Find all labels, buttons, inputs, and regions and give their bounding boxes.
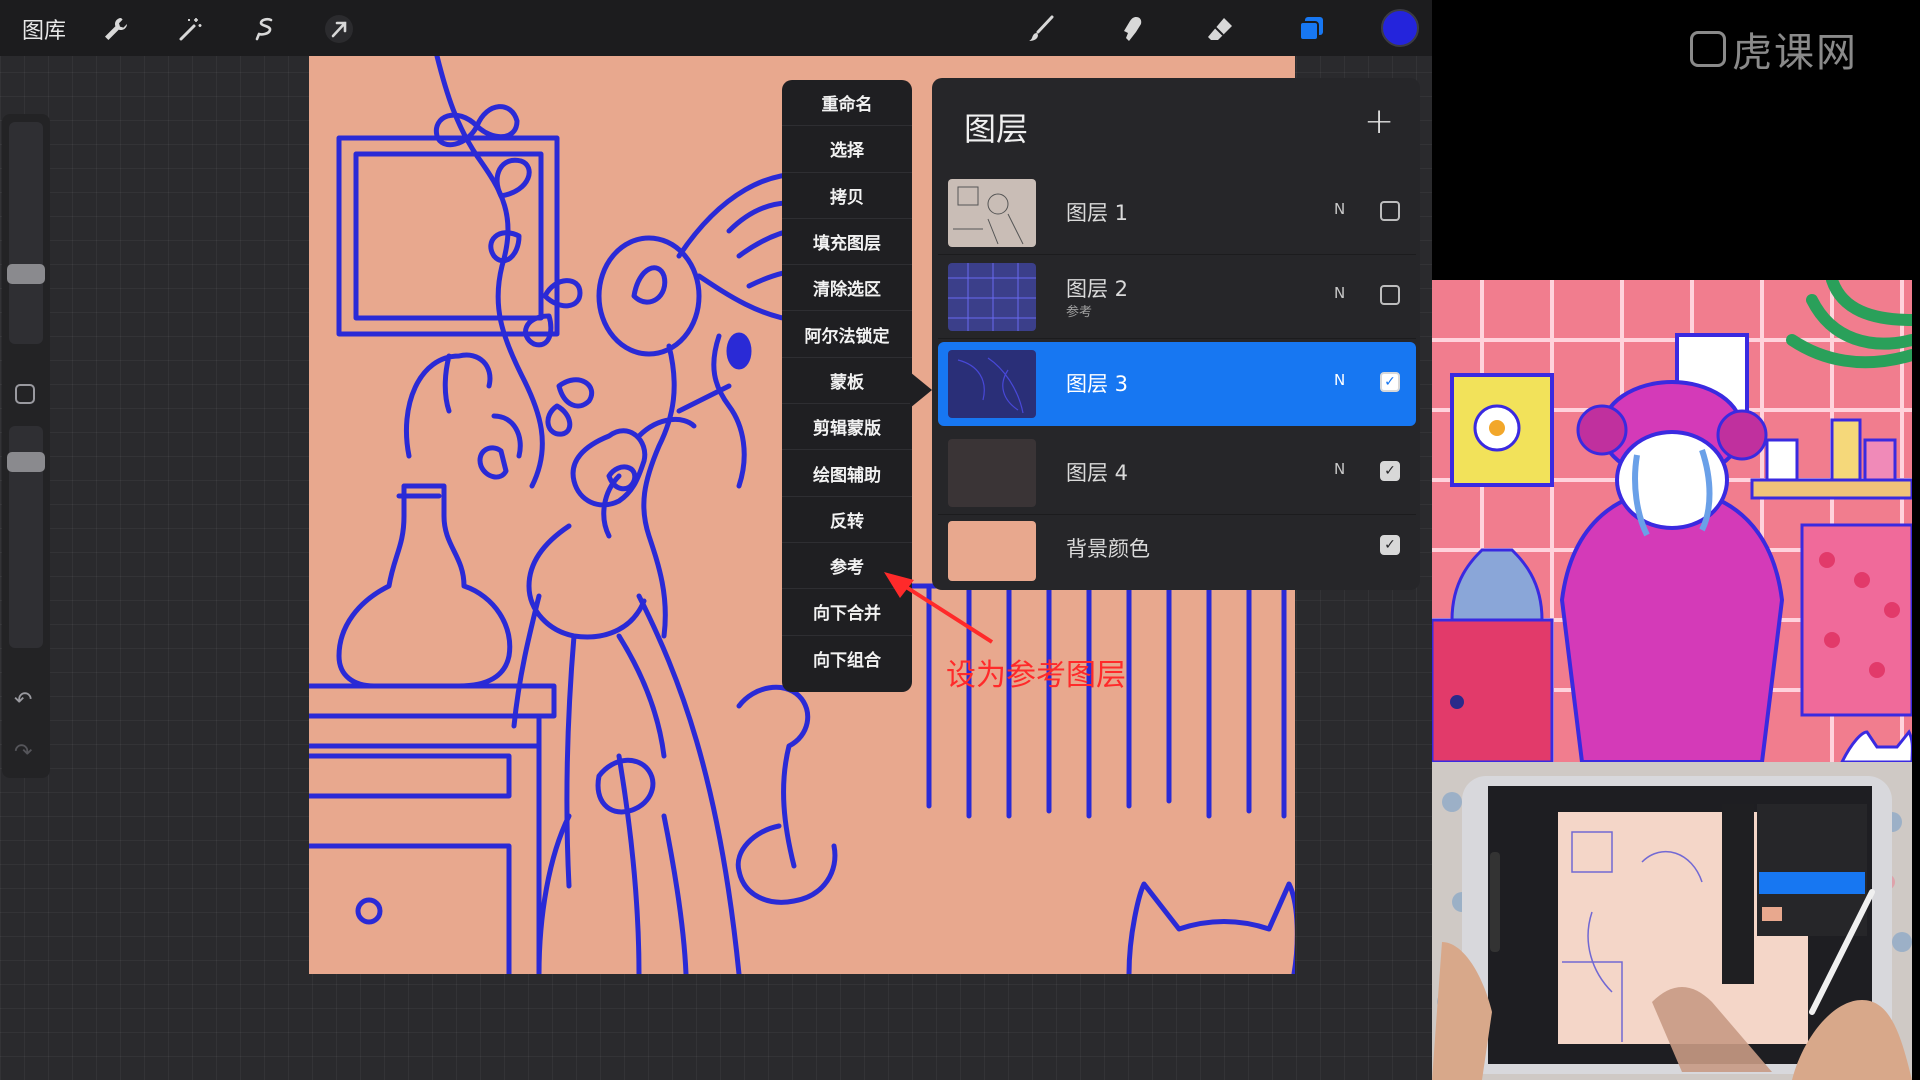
menu-pointer	[910, 372, 932, 408]
menu-fill-layer[interactable]: 填充图层	[782, 219, 912, 266]
menu-alpha-lock[interactable]: 阿尔法锁定	[782, 311, 912, 358]
layer-reference-tag: 参考	[1066, 305, 1093, 320]
layers-panel: 图层 + 图层 1 N 图层 2 参考 N 图层 3 N ✓ 图层 4 N ✓ …	[932, 78, 1420, 590]
finished-artwork-preview	[1432, 280, 1912, 762]
layer-name: 图层 4	[1066, 461, 1129, 485]
blend-mode-button[interactable]: N	[1334, 460, 1345, 478]
blend-mode-button[interactable]: N	[1334, 284, 1345, 302]
watermark: 虎课网	[1690, 20, 1858, 78]
menu-rename[interactable]: 重命名	[782, 80, 912, 127]
layer-row-background[interactable]: 背景颜色 ✓	[938, 515, 1416, 590]
menu-select[interactable]: 选择	[782, 126, 912, 173]
eraser-icon[interactable]	[1199, 8, 1241, 50]
magic-wand-icon[interactable]	[169, 8, 211, 50]
menu-clipping-mask[interactable]: 剪辑蒙版	[782, 404, 912, 451]
layer-row-1[interactable]: 图层 1 N	[938, 171, 1416, 255]
layer-name: 图层 3	[1066, 372, 1129, 396]
menu-invert[interactable]: 反转	[782, 497, 912, 543]
layers-title: 图层	[964, 110, 1029, 148]
selection-icon[interactable]	[244, 8, 286, 50]
color-picker-button[interactable]	[1381, 9, 1419, 47]
layer-row-3-selected[interactable]: 图层 3 N ✓	[938, 342, 1416, 426]
menu-copy[interactable]: 拷贝	[782, 173, 912, 219]
plus-icon[interactable]: +	[1364, 104, 1394, 140]
wrench-icon[interactable]	[95, 8, 137, 50]
visibility-checkbox[interactable]: ✓	[1380, 461, 1400, 481]
layer-thumbnail	[948, 263, 1036, 331]
menu-clear-selection[interactable]: 清除选区	[782, 265, 912, 312]
camera-view	[1432, 762, 1912, 1080]
brush-size-slider[interactable]	[9, 122, 43, 344]
gallery-button[interactable]: 图库	[22, 13, 66, 45]
layer-thumbnail	[948, 439, 1036, 507]
blend-mode-button[interactable]: N	[1334, 200, 1345, 218]
redo-icon[interactable]: ↷	[14, 740, 32, 765]
layer-name: 图层 1	[1066, 201, 1129, 225]
opacity-thumb[interactable]	[7, 452, 45, 472]
visibility-checkbox[interactable]	[1380, 201, 1400, 221]
transform-arrow-icon[interactable]	[318, 8, 360, 50]
visibility-checkbox[interactable]: ✓	[1380, 372, 1400, 392]
layer-name: 背景颜色	[1066, 537, 1150, 561]
annotation-arrow-icon	[884, 572, 994, 644]
modify-button[interactable]	[15, 384, 35, 404]
menu-mask[interactable]: 蒙板	[782, 358, 912, 405]
procreate-app: 图库 ↶ ↷ 重命名 选择 拷贝 填充图层 清除选区 阿尔法锁定 蒙板 剪辑蒙版…	[0, 0, 1432, 1080]
sidebar: ↶ ↷	[2, 114, 50, 778]
annotation-text: 设为参考图层	[946, 658, 1126, 693]
layer-row-2[interactable]: 图层 2 参考 N	[938, 255, 1416, 339]
layer-name: 图层 2	[1066, 277, 1129, 301]
layer-thumbnail	[948, 350, 1036, 418]
visibility-checkbox[interactable]: ✓	[1380, 535, 1400, 555]
brush-icon[interactable]	[1020, 8, 1062, 50]
layers-icon[interactable]	[1290, 8, 1332, 50]
layer-thumbnail	[948, 179, 1036, 247]
smudge-icon[interactable]	[1110, 8, 1152, 50]
blend-mode-button[interactable]: N	[1334, 371, 1345, 389]
watermark-text: 虎课网	[1732, 30, 1858, 76]
layer-row-4[interactable]: 图层 4 N ✓	[938, 431, 1416, 515]
play-logo-icon	[1690, 31, 1726, 67]
top-toolbar: 图库	[0, 0, 1432, 56]
brush-size-thumb[interactable]	[7, 264, 45, 284]
visibility-checkbox[interactable]	[1380, 285, 1400, 305]
undo-icon[interactable]: ↶	[14, 688, 32, 713]
menu-drawing-assist[interactable]: 绘图辅助	[782, 450, 912, 497]
